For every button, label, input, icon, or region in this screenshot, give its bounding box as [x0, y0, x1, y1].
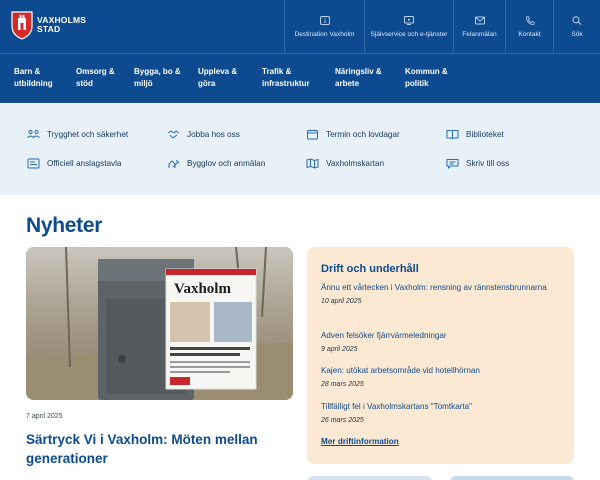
phone-icon: [525, 15, 534, 25]
quick-link-skriv[interactable]: Skriv till oss: [446, 158, 509, 169]
top-link-selfservice[interactable]: Självservice och e-tjänster: [364, 0, 453, 53]
nav-barn-utbildning[interactable]: Barn & utbildning: [14, 66, 53, 90]
drift-item-date: 9 april 2025: [321, 346, 358, 353]
coat-of-arms-icon: [10, 10, 34, 40]
top-header: VAXHOLMS STAD Destination Vaxholm Självs…: [0, 0, 600, 53]
nav-bygga-bo-miljo[interactable]: Bygga, bo & miljö: [134, 66, 181, 90]
drift-item-link[interactable]: Adven felsöker fjärrvärmeledningar: [321, 330, 566, 342]
quick-link-vaxholmskartan[interactable]: Vaxholmskartan: [306, 158, 384, 169]
main-navigation: Barn & utbildning Omsorg & stöd Bygga, bo …: [0, 53, 600, 103]
top-link-felanmalan[interactable]: Felanmälan: [453, 0, 505, 53]
drift-item: Adven felsöker fjärrvärmeledningar 9 apr…: [321, 330, 566, 353]
people-icon: [27, 129, 40, 139]
news-featured-image[interactable]: Vaxholm: [26, 247, 293, 400]
drift-item-date: 28 mars 2025: [321, 381, 364, 388]
handshake-icon: [167, 130, 180, 139]
drift-item-date: 10 april 2025: [321, 298, 362, 305]
drift-item-link[interactable]: Kajen: utökat arbetsområde vid hotellhör…: [321, 365, 566, 377]
quick-link-anslagstavla[interactable]: Officiell anslagstavla: [27, 158, 121, 169]
drift-item: Kajen: utökat arbetsområde vid hotellhör…: [321, 365, 566, 388]
calendar-icon: [307, 129, 318, 140]
top-link-destination[interactable]: Destination Vaxholm: [284, 0, 364, 53]
quick-links: Trygghet och säkerhet Jobba hos oss Term…: [0, 103, 600, 195]
quick-link-biblioteket[interactable]: Biblioteket: [446, 129, 504, 140]
quick-link-trygghet[interactable]: Trygghet och säkerhet: [27, 129, 128, 140]
info-icon: [319, 15, 330, 25]
quick-link-jobba[interactable]: Jobba hos oss: [167, 129, 240, 140]
drift-item-link[interactable]: Tillfälligt fel i Vaxholmskartans "Tomtk…: [321, 401, 566, 413]
drift-title: Drift och underhåll: [321, 263, 419, 275]
top-link-kontakt[interactable]: Kontakt: [505, 0, 553, 53]
noticeboard-icon: [27, 158, 40, 169]
nav-uppleva-gora[interactable]: Uppleva & göra: [198, 66, 237, 90]
news-headline-link[interactable]: Särtryck Vi i Vaxholm: Möten mellan gene…: [26, 430, 296, 468]
mail-icon: [474, 16, 485, 24]
card-peek: [307, 476, 432, 480]
drift-item: Tillfälligt fel i Vaxholmskartans "Tomtk…: [321, 401, 566, 424]
nav-naringsliv-arbete[interactable]: Näringsliv & arbete: [335, 66, 382, 90]
news-date: 7 april 2025: [26, 413, 63, 420]
building-permit-icon: [168, 159, 180, 168]
drift-panel: Drift och underhåll Ännu ett vårtecken i…: [307, 247, 574, 464]
paper-masthead: Vaxholm: [174, 281, 231, 297]
search-icon: [572, 15, 582, 25]
book-icon: [446, 130, 459, 140]
logo-text: VAXHOLMS STAD: [37, 15, 87, 34]
card-peek: [450, 476, 574, 480]
top-link-sok[interactable]: Sök: [553, 0, 600, 53]
news-heading: Nyheter: [26, 214, 103, 237]
write-icon: [446, 159, 459, 169]
nav-kommun-politik[interactable]: Kommun & politik: [405, 66, 448, 90]
more-drift-link[interactable]: Mer driftinformation: [321, 437, 399, 446]
drift-item: Ännu ett vårtecken i Vaxholm: rensning a…: [321, 282, 566, 305]
drift-item-date: 26 mars 2025: [321, 417, 364, 424]
drift-item-link[interactable]: Ännu ett vårtecken i Vaxholm: rensning a…: [321, 282, 566, 294]
site-logo[interactable]: VAXHOLMS STAD: [10, 10, 86, 40]
top-links: Destination Vaxholm Självservice och e-t…: [284, 0, 600, 53]
map-icon: [306, 158, 319, 169]
quick-link-termin[interactable]: Termin och lovdagar: [306, 129, 400, 140]
monitor-icon: [404, 15, 414, 25]
nav-trafik-infrastruktur[interactable]: Trafik & infrastruktur: [262, 66, 310, 90]
nav-omsorg-stod[interactable]: Omsorg & stöd: [76, 66, 115, 90]
quick-link-bygglov[interactable]: Bygglov och anmälan: [167, 158, 265, 169]
